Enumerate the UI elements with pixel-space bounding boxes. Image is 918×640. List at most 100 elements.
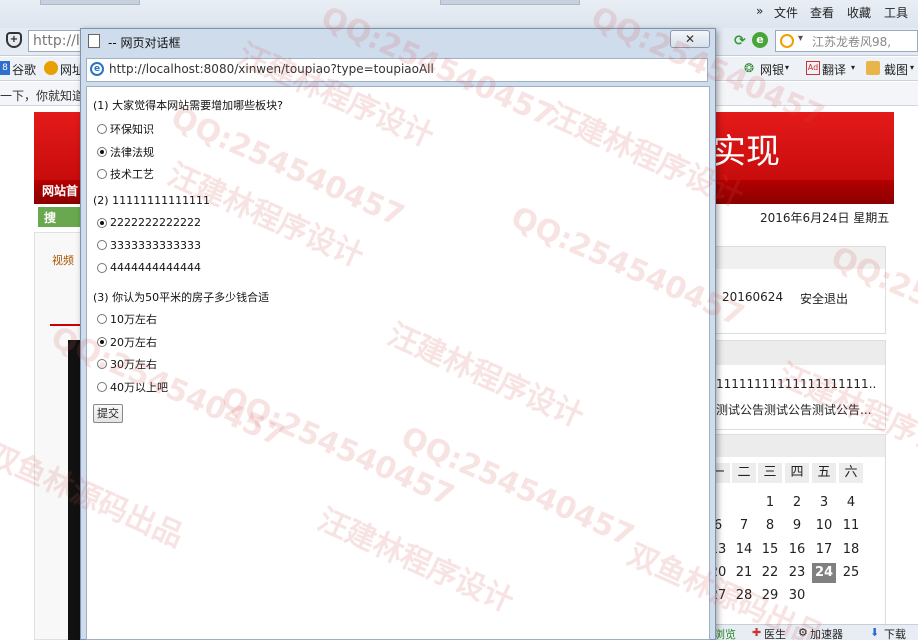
calendar-day[interactable]: 29 bbox=[758, 586, 782, 606]
calendar-day[interactable]: 15 bbox=[758, 540, 782, 560]
calendar-day[interactable]: 8 bbox=[758, 516, 782, 536]
status-download[interactable]: 下载 bbox=[884, 626, 906, 640]
chevron-down-icon[interactable]: ▾ bbox=[851, 63, 855, 72]
calendar-day[interactable]: 25 bbox=[839, 563, 863, 583]
address-bar[interactable]: http://l bbox=[28, 30, 88, 52]
doctor-icon: ✚ bbox=[752, 626, 762, 639]
calendar-day[interactable]: 18 bbox=[839, 540, 863, 560]
vote-option[interactable]: 40万以上吧 bbox=[97, 379, 168, 395]
radio-button[interactable] bbox=[97, 240, 107, 250]
radio-button[interactable] bbox=[97, 381, 107, 392]
radio-button[interactable] bbox=[97, 262, 107, 273]
vote-option[interactable]: 30万左右 bbox=[97, 356, 157, 372]
calendar-day[interactable]: 17 bbox=[812, 540, 836, 560]
vote-option[interactable]: 4444444444444 bbox=[97, 261, 201, 274]
vote-option[interactable]: 10万左右 bbox=[97, 311, 157, 327]
toolbar-screenshot[interactable]: 截图 bbox=[884, 61, 908, 78]
radio-button[interactable] bbox=[97, 217, 107, 228]
calendar-weekday: 二 bbox=[732, 463, 756, 483]
vote-option[interactable]: 20万左右 bbox=[97, 334, 157, 350]
calendar-day[interactable]: 23 bbox=[785, 563, 809, 583]
status-browse[interactable]: 浏览 bbox=[714, 626, 736, 640]
radio-button[interactable] bbox=[97, 359, 107, 369]
calendar-day[interactable]: 11 bbox=[839, 516, 863, 536]
question-text: (1) 大家觉得本网站需要增加哪些板块? bbox=[93, 99, 283, 112]
radio-button[interactable] bbox=[97, 336, 107, 347]
dropdown-arrow-icon[interactable]: ▾ bbox=[798, 33, 803, 44]
calendar-day[interactable]: 9 bbox=[785, 516, 809, 536]
menu-favorites[interactable]: 收藏 bbox=[847, 4, 871, 21]
submit-button[interactable]: 提交 bbox=[93, 404, 123, 423]
fav-item-google[interactable]: 谷歌 bbox=[12, 61, 36, 78]
vote-option[interactable]: 3333333333333 bbox=[97, 239, 201, 252]
refresh-icon[interactable]: ⟳ bbox=[734, 33, 746, 49]
browser-tab[interactable] bbox=[440, 0, 580, 5]
panel-header bbox=[709, 435, 885, 457]
menu-tools[interactable]: 工具 bbox=[884, 4, 908, 21]
chevron-down-icon[interactable]: ▾ bbox=[910, 63, 914, 72]
calendar-weekday: 三 bbox=[758, 463, 782, 483]
search-input-text[interactable]: 江苏龙卷风98, bbox=[812, 33, 891, 50]
calendar-day[interactable]: 24 bbox=[812, 562, 836, 583]
calendar-day[interactable]: 10 bbox=[812, 516, 836, 536]
nav-home-link[interactable]: 网站首 bbox=[42, 182, 78, 199]
calendar-day[interactable]: 1 bbox=[758, 493, 782, 513]
menu-overflow-arrow[interactable]: » bbox=[756, 4, 763, 18]
option-label: 法律法规 bbox=[110, 145, 154, 159]
vote-option[interactable]: 环保知识 bbox=[97, 121, 154, 137]
calendar-day[interactable]: 4 bbox=[839, 493, 863, 513]
option-label: 2222222222222 bbox=[110, 216, 201, 229]
calendar-weekday: 四 bbox=[785, 463, 809, 483]
question-text: (3) 你认为50平米的房子多少钱合适 bbox=[93, 291, 270, 304]
option-label: 环保知识 bbox=[110, 123, 154, 136]
search-engine-icon[interactable] bbox=[780, 34, 794, 48]
page-icon bbox=[88, 34, 100, 48]
translate-icon: Ad bbox=[806, 61, 820, 75]
browser-tab[interactable] bbox=[40, 0, 140, 5]
info-message[interactable]: 一下，你就知道 bbox=[0, 87, 84, 104]
radio-button[interactable] bbox=[97, 169, 107, 179]
option-label: 40万以上吧 bbox=[110, 380, 168, 394]
radio-button[interactable] bbox=[97, 146, 107, 157]
fav-site-icon bbox=[44, 61, 58, 75]
panel-header bbox=[709, 341, 885, 365]
calendar-day[interactable]: 30 bbox=[785, 586, 809, 606]
calendar-day[interactable]: 7 bbox=[732, 516, 756, 536]
status-accelerator[interactable]: 加速器 bbox=[810, 626, 843, 640]
question-text: (2) 11111111111111 bbox=[93, 194, 211, 207]
status-doctor[interactable]: 医生 bbox=[764, 626, 786, 640]
radio-button[interactable] bbox=[97, 314, 107, 324]
bank-icon: ❂ bbox=[744, 61, 755, 75]
menu-view[interactable]: 查看 bbox=[810, 4, 834, 21]
chevron-down-icon[interactable]: ▾ bbox=[785, 63, 789, 72]
radio-button[interactable] bbox=[97, 124, 107, 134]
menu-file[interactable]: 文件 bbox=[774, 4, 798, 21]
notice-item[interactable]: 测试公告测试公告测试公告... bbox=[716, 401, 876, 418]
vote-option[interactable]: 技术工艺 bbox=[97, 166, 154, 182]
logout-link[interactable]: 安全退出 bbox=[800, 290, 848, 307]
calendar-day[interactable]: 2 bbox=[785, 493, 809, 513]
google-icon: 8 bbox=[0, 61, 10, 75]
close-button[interactable]: ✕ bbox=[670, 30, 710, 48]
vote-option[interactable]: 法律法规 bbox=[97, 144, 154, 160]
toolbar-translate[interactable]: 翻译 bbox=[822, 61, 846, 78]
option-label: 3333333333333 bbox=[110, 238, 201, 252]
accelerator-icon: ⚙ bbox=[798, 626, 808, 639]
calendar-day[interactable]: 21 bbox=[732, 563, 756, 583]
status-bar: 浏览 ✚ 医生 ⚙ 加速器 ⬇ 下载 bbox=[710, 624, 918, 640]
calendar-day[interactable]: 3 bbox=[812, 493, 836, 513]
calendar-day[interactable]: 16 bbox=[785, 540, 809, 560]
calendar-day[interactable]: 28 bbox=[732, 586, 756, 606]
divider bbox=[50, 324, 84, 326]
option-label: 4444444444444 bbox=[110, 261, 201, 274]
notice-item[interactable]: 11111111111111111111... bbox=[716, 377, 876, 391]
current-date: 2016年6月24日 星期五 bbox=[760, 211, 890, 225]
browser-e-icon[interactable]: e bbox=[752, 32, 768, 48]
shield-icon[interactable]: + bbox=[6, 32, 22, 48]
video-panel-title[interactable]: 视频 bbox=[52, 252, 74, 268]
calendar-day[interactable]: 14 bbox=[732, 540, 756, 560]
toolbar-bank[interactable]: 网银 bbox=[760, 61, 784, 78]
vote-option[interactable]: 2222222222222 bbox=[97, 216, 201, 229]
ie-icon: e bbox=[90, 62, 104, 76]
calendar-day[interactable]: 22 bbox=[758, 563, 782, 583]
